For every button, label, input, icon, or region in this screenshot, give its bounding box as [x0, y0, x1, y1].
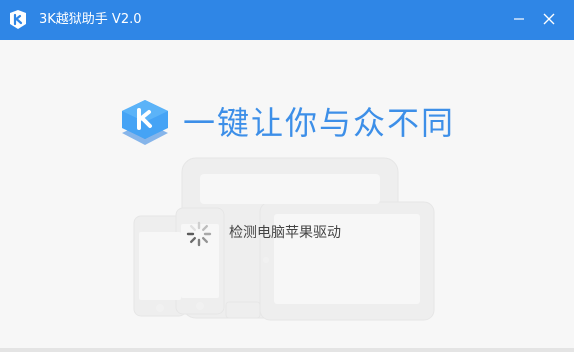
3k-logo-icon	[10, 10, 26, 29]
app-window: 3K越狱助手 V2.0 一键让你与众不同 检测电脑苹果驱动	[0, 0, 574, 352]
close-button[interactable]	[537, 8, 561, 30]
slogan-text: 一键让你与众不同	[183, 104, 456, 142]
status-text: 检测电脑苹果驱动	[229, 225, 341, 241]
3k-stacked-logo-icon	[122, 100, 168, 145]
close-icon	[543, 13, 555, 25]
bottom-divider	[0, 348, 574, 352]
loading-spinner-icon	[186, 221, 212, 247]
devices-illustration	[133, 157, 435, 321]
title-bar[interactable]: 3K越狱助手 V2.0	[0, 0, 574, 40]
minimize-button[interactable]	[507, 8, 531, 30]
main-content: 一键让你与众不同 检测电脑苹果驱动	[0, 40, 574, 352]
minimize-icon	[514, 18, 524, 20]
window-title: 3K越狱助手 V2.0	[39, 12, 142, 27]
